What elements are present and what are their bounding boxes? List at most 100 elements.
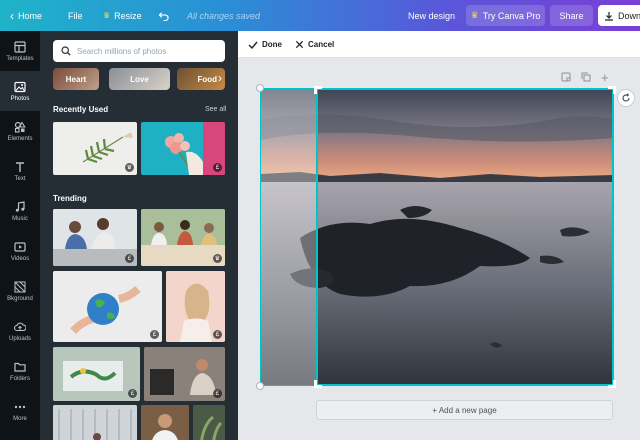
text-icon	[16, 161, 24, 172]
resize-label: Resize	[114, 10, 142, 21]
category-label: Food	[197, 74, 217, 84]
pro-badge: ♛	[212, 254, 222, 263]
resize-handle-top-left[interactable]	[256, 84, 264, 92]
background-icon	[14, 281, 26, 292]
share-button[interactable]: Share	[550, 5, 593, 26]
download-icon	[605, 11, 613, 21]
earth-globe-image	[53, 271, 162, 342]
try-canva-pro-button[interactable]: ♛ Try Canva Pro	[466, 5, 545, 26]
done-button[interactable]: Done	[248, 31, 282, 58]
search-box[interactable]	[53, 40, 225, 62]
rail-item-text[interactable]: Text	[0, 151, 40, 191]
cancel-label: Cancel	[308, 40, 335, 49]
duplicate-page-icon[interactable]	[581, 72, 591, 85]
free-badge: £	[150, 330, 159, 339]
new-design-label: New design	[408, 10, 456, 21]
rail-item-more[interactable]: More	[0, 391, 40, 431]
free-badge: £	[213, 163, 222, 172]
share-label: Share	[559, 10, 584, 21]
chef-portrait-image	[141, 405, 189, 440]
save-status-text: All changes saved	[187, 10, 261, 21]
crop-handle-bottom-right[interactable]	[608, 380, 616, 388]
crown-icon: ♛	[103, 11, 111, 20]
rail-item-background[interactable]: Bkground	[0, 271, 40, 311]
photo-thumbnail[interactable]: £	[144, 347, 225, 401]
search-input[interactable]	[77, 46, 217, 56]
photo-thumbnail[interactable]: £	[141, 122, 225, 175]
see-all-link[interactable]: See all	[205, 106, 226, 113]
rail-item-videos[interactable]: Videos	[0, 231, 40, 271]
download-label: Down	[618, 10, 640, 21]
free-badge: £	[213, 330, 222, 339]
add-new-page-button[interactable]: + Add a new page	[316, 400, 613, 420]
plants-image	[193, 405, 225, 440]
rail-item-folders[interactable]: Folders	[0, 351, 40, 391]
uploads-icon	[14, 322, 26, 331]
pro-badge: ♛	[124, 163, 134, 172]
templates-icon	[14, 40, 26, 53]
chevron-left-icon: ‹	[10, 8, 14, 23]
elements-icon	[14, 120, 26, 133]
cancel-button[interactable]: Cancel	[295, 31, 334, 58]
new-design-button[interactable]: New design	[408, 0, 455, 31]
free-badge: £	[125, 254, 134, 263]
add-page-icon[interactable]: +	[601, 70, 609, 85]
left-rail: Templates Photos Elements Text Music Vid…	[0, 31, 40, 440]
chevron-right-icon[interactable]: ›	[218, 71, 222, 85]
crop-handle-top-left[interactable]	[314, 86, 322, 94]
top-bar: ‹ Home File ♛ Resize All changes saved N…	[0, 0, 640, 31]
trending-title: Trending	[53, 194, 87, 203]
office-window-image	[53, 405, 137, 440]
photo-thumbnail[interactable]: ♛	[141, 209, 225, 266]
photo-thumbnail[interactable]: ♛	[53, 122, 137, 175]
close-icon	[295, 40, 304, 49]
note-icon[interactable]	[561, 72, 571, 85]
rail-label: Videos	[10, 255, 30, 262]
resize-handle-bottom-left[interactable]	[256, 382, 264, 390]
rotate-handle[interactable]	[617, 89, 635, 107]
crop-handle-bottom-left[interactable]	[314, 380, 322, 388]
crop-toolbar: Done Cancel	[238, 31, 640, 58]
photo-thumbnail[interactable]: £	[53, 271, 162, 342]
add-page-label: + Add a new page	[432, 405, 497, 415]
save-status: All changes saved	[187, 0, 260, 31]
search-icon	[61, 46, 71, 56]
crop-handle-top-right[interactable]	[608, 86, 616, 94]
free-badge: £	[213, 389, 222, 398]
kitchen-sink-image	[53, 347, 140, 401]
recently-used-title: Recently Used	[53, 105, 109, 114]
file-menu[interactable]: File	[68, 0, 83, 31]
music-icon	[15, 200, 25, 212]
rail-item-music[interactable]: Music	[0, 191, 40, 231]
home-label: Home	[18, 10, 43, 21]
photos-icon	[14, 81, 26, 92]
rail-label: Bkground	[7, 295, 33, 302]
photo-thumbnail[interactable]	[53, 405, 137, 440]
photos-panel: Heart Love Food › Recently Used See all …	[40, 31, 238, 440]
done-label: Done	[262, 40, 282, 49]
rail-item-photos[interactable]: Photos	[0, 71, 40, 111]
rail-item-elements[interactable]: Elements	[0, 111, 40, 151]
crop-frame[interactable]	[316, 88, 614, 386]
rail-label: Templates	[6, 55, 34, 62]
resize-button[interactable]: ♛ Resize	[103, 0, 142, 31]
category-heart[interactable]: Heart	[53, 68, 99, 90]
check-icon	[248, 41, 258, 49]
photo-thumbnail[interactable]: £	[53, 347, 140, 401]
photo-thumbnail[interactable]	[193, 405, 225, 440]
download-button[interactable]: Down	[598, 5, 640, 26]
category-label: Love	[130, 74, 149, 84]
photo-thumbnail[interactable]: £	[53, 209, 137, 266]
photo-thumbnail[interactable]: £	[166, 271, 225, 342]
undo-icon	[158, 12, 169, 21]
home-button[interactable]: ‹ Home	[10, 0, 42, 31]
photo-thumbnail[interactable]	[141, 405, 189, 440]
crown-icon: ♛	[470, 10, 479, 20]
rail-item-uploads[interactable]: Uploads	[0, 311, 40, 351]
category-love[interactable]: Love	[109, 68, 170, 90]
folders-icon	[14, 362, 26, 372]
file-label: File	[68, 10, 83, 21]
undo-button[interactable]	[158, 0, 169, 31]
rail-label: Elements	[7, 135, 33, 142]
rail-item-templates[interactable]: Templates	[0, 31, 40, 71]
